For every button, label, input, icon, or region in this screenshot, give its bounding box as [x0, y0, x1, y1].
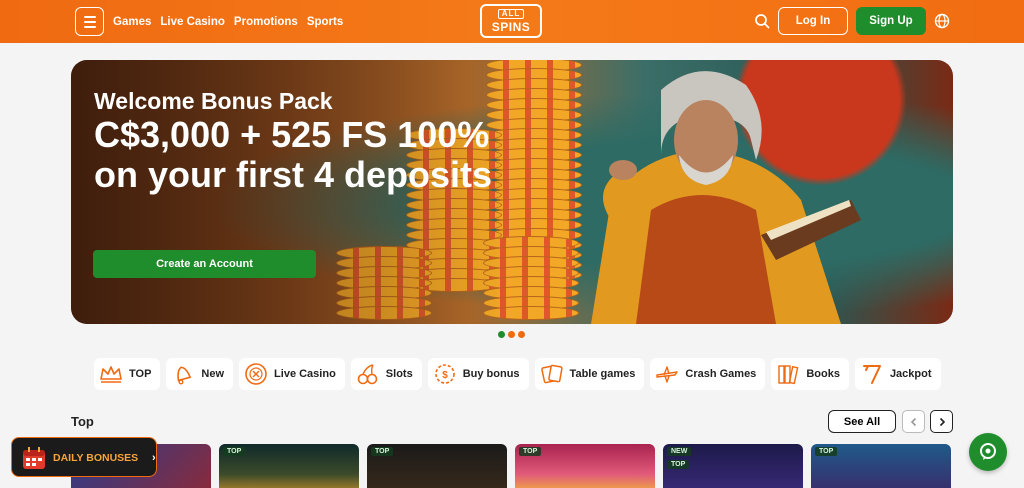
site-logo[interactable]: ALL SPINS: [480, 4, 542, 38]
category-label: Books: [806, 368, 840, 380]
chevron-right-icon: ›: [152, 452, 156, 464]
category-new[interactable]: New: [166, 358, 234, 390]
category-crash-games[interactable]: Crash Games: [650, 358, 766, 390]
cards-icon: [540, 364, 563, 384]
nav-promotions[interactable]: Promotions: [234, 16, 298, 28]
category-live-casino[interactable]: Live Casino: [239, 358, 345, 390]
bell-icon: [177, 366, 192, 385]
category-label: New: [201, 368, 225, 380]
nav-live-casino[interactable]: Live Casino: [160, 16, 225, 28]
live-chip-icon: [245, 363, 267, 385]
category-label: Live Casino: [274, 368, 336, 380]
cherries-icon: [357, 364, 378, 385]
search-icon[interactable]: [754, 13, 770, 29]
see-all-button[interactable]: See All: [828, 410, 896, 433]
logo-text-bottom: SPINS: [491, 20, 531, 34]
banner-text: Welcome Bonus Pack C$3,000 + 525 FS 100%…: [94, 90, 514, 195]
category-table-games[interactable]: Table games: [534, 358, 645, 390]
crown-icon: [100, 366, 122, 383]
category-bar: TOP New Live Casino Slots $ Buy bonus Ta…: [94, 358, 941, 390]
category-label: Jackpot: [889, 368, 932, 380]
books-icon: [778, 365, 799, 385]
category-label: Slots: [385, 368, 413, 380]
category-label: Crash Games: [685, 368, 757, 380]
category-top[interactable]: TOP: [94, 358, 161, 390]
game-tile[interactable]: TOP: [515, 444, 655, 488]
category-label: Buy bonus: [462, 368, 520, 380]
category-buy-bonus[interactable]: $ Buy bonus: [427, 358, 529, 390]
tile-tag: TOP: [519, 447, 542, 456]
banner-kicker: Welcome Bonus Pack: [94, 88, 333, 114]
promo-banner[interactable]: Welcome Bonus Pack C$3,000 + 525 FS 100%…: [71, 60, 953, 324]
category-books[interactable]: Books: [771, 358, 849, 390]
main-nav: Games Live Casino Promotions Sports: [113, 0, 343, 43]
daily-bonuses-button[interactable]: DAILY BONUSES ›: [11, 437, 157, 477]
carousel-dot[interactable]: [518, 331, 525, 338]
carousel-dot[interactable]: [508, 331, 515, 338]
game-tile[interactable]: TOP: [219, 444, 359, 488]
nav-sports[interactable]: Sports: [307, 16, 343, 28]
chevron-right-icon[interactable]: [930, 410, 953, 433]
tile-tag: TOP: [667, 460, 690, 469]
plane-icon: [656, 366, 679, 383]
chevron-left-icon[interactable]: [902, 410, 925, 433]
section-title-top: Top: [71, 414, 94, 429]
chat-icon[interactable]: [969, 433, 1007, 471]
signup-button[interactable]: Sign Up: [856, 7, 926, 35]
game-tile[interactable]: TOP: [811, 444, 951, 488]
create-account-button[interactable]: Create an Account: [93, 250, 316, 278]
calendar-icon: [23, 447, 45, 469]
category-label: Table games: [569, 368, 636, 380]
tile-tag: TOP: [815, 447, 838, 456]
top-header: Games Live Casino Promotions Sports ALL …: [0, 0, 1024, 43]
game-tile[interactable]: NEW TOP: [663, 444, 803, 488]
globe-icon[interactable]: [934, 13, 950, 29]
daily-bonuses-label: DAILY BONUSES: [53, 452, 139, 464]
bonus-gear-icon: $: [434, 364, 455, 384]
category-jackpot[interactable]: Jackpot: [854, 358, 941, 390]
login-button[interactable]: Log In: [778, 7, 848, 35]
game-tile[interactable]: TOP: [367, 444, 507, 488]
tile-tag: NEW: [667, 447, 692, 456]
carousel-dot[interactable]: [498, 331, 505, 338]
nav-games[interactable]: Games: [113, 16, 151, 28]
svg-text:$: $: [442, 370, 448, 381]
hamburger-icon[interactable]: [75, 7, 104, 36]
tile-tag: TOP: [223, 447, 246, 456]
wizard-illustration: [591, 71, 861, 324]
seven-icon: [862, 365, 881, 384]
banner-headline: C$3,000 + 525 FS 100% on your first 4 de…: [94, 114, 493, 195]
category-slots[interactable]: Slots: [350, 358, 422, 390]
logo-text-top: ALL: [497, 9, 525, 19]
tile-tag: TOP: [371, 447, 394, 456]
category-label: TOP: [129, 368, 152, 380]
carousel-dots: [498, 331, 525, 338]
